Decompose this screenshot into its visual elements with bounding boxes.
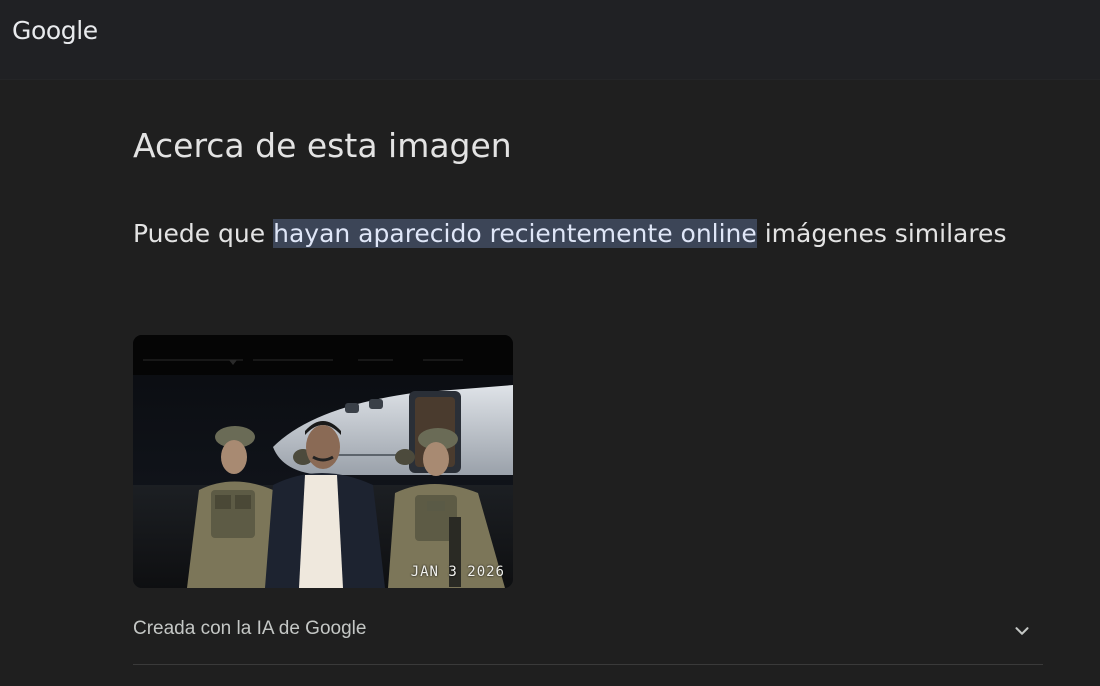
ai-created-expander[interactable]: Creada con la IA de Google	[133, 606, 1043, 665]
top-bar: Google	[0, 0, 1100, 80]
night-photo-illustration	[133, 335, 513, 588]
image-thumbnail[interactable]: JAN 3 2026	[133, 335, 513, 588]
similar-images-notice: Puede que hayan aparecido recientemente …	[133, 215, 1013, 253]
page-title: Acerca de esta imagen	[133, 126, 512, 165]
date-stamp: JAN 3 2026	[410, 564, 505, 580]
google-logo[interactable]: Google	[12, 16, 98, 45]
notice-suffix: imágenes similares	[756, 219, 1007, 248]
ai-created-label: Creada con la IA de Google	[133, 618, 367, 639]
chevron-down-icon[interactable]	[1011, 620, 1033, 642]
notice-highlight: hayan aparecido recientemente online	[273, 219, 757, 248]
notice-prefix: Puede que	[133, 219, 274, 248]
